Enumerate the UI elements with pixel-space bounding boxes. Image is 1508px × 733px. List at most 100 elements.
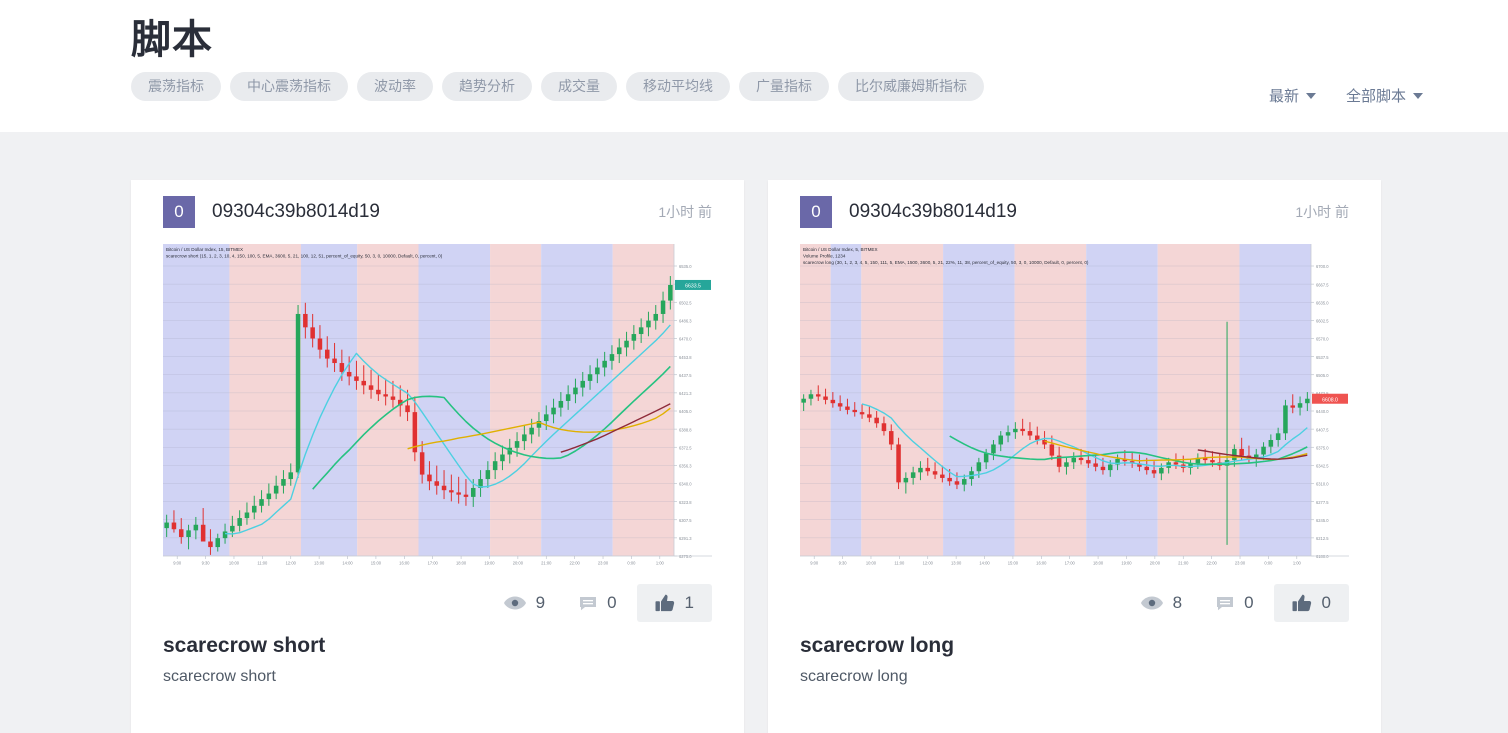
- filter-pill-list: 震荡指标 中心震荡指标 波动率 趋势分析 成交量 移动平均线 广量指标 比尔威廉…: [131, 72, 984, 101]
- svg-text:6180.0: 6180.0: [1316, 554, 1329, 559]
- thumbs-up-icon: [1292, 594, 1311, 612]
- comments-stat[interactable]: 0: [565, 584, 630, 622]
- svg-text:6602.5: 6602.5: [1316, 319, 1329, 324]
- script-title[interactable]: scarecrow short: [163, 634, 712, 658]
- card-stats: 8 0 0: [768, 570, 1381, 628]
- comments-count: 0: [1244, 593, 1254, 612]
- svg-text:Bitcoin / US Dollar Index, 15,: Bitcoin / US Dollar Index, 15, BITMEX: [166, 247, 243, 252]
- svg-text:11:00: 11:00: [894, 561, 905, 566]
- svg-text:9:00: 9:00: [810, 561, 819, 566]
- svg-text:scarecrow long (30, 1, 2, 3, 4: scarecrow long (30, 1, 2, 3, 4, 5, 150, …: [803, 260, 1089, 265]
- svg-text:6407.5: 6407.5: [1316, 427, 1329, 432]
- svg-text:scarecrow short (15, 1, 2, 3,: scarecrow short (15, 1, 2, 3, 10, 4, 150…: [166, 254, 443, 259]
- svg-text:9:30: 9:30: [202, 561, 211, 566]
- scope-dropdown[interactable]: 全部脚本: [1346, 85, 1423, 106]
- sort-dropdown[interactable]: 最新: [1269, 85, 1316, 106]
- avatar[interactable]: 0: [163, 196, 195, 228]
- views-count: 8: [1172, 593, 1183, 612]
- filter-pill-oscillators[interactable]: 震荡指标: [131, 72, 221, 101]
- scope-dropdown-label: 全部脚本: [1345, 88, 1406, 105]
- svg-text:0:00: 0:00: [627, 561, 636, 566]
- boost-count: 0: [1321, 593, 1331, 612]
- svg-text:6340.0: 6340.0: [679, 482, 692, 487]
- comments-stat[interactable]: 0: [1202, 584, 1267, 622]
- svg-text:6537.5: 6537.5: [1316, 355, 1329, 360]
- svg-text:9:30: 9:30: [839, 561, 848, 566]
- filter-pill-moving-averages[interactable]: 移动平均线: [626, 72, 730, 101]
- comments-count: 0: [607, 593, 617, 612]
- filter-pill-breadth-indicators[interactable]: 广量指标: [739, 72, 829, 101]
- svg-text:6307.5: 6307.5: [679, 518, 692, 523]
- timestamp: 1小时 前: [1295, 204, 1349, 220]
- svg-text:6356.3: 6356.3: [679, 464, 692, 469]
- author-name[interactable]: 09304c39b8014d19: [849, 201, 1017, 223]
- svg-text:6372.5: 6372.5: [679, 445, 692, 450]
- boost-button[interactable]: 0: [1273, 584, 1349, 622]
- views-stat[interactable]: 9: [490, 584, 559, 622]
- svg-text:20:00: 20:00: [513, 561, 524, 566]
- script-description: scarecrow short: [163, 668, 276, 685]
- svg-text:12:00: 12:00: [286, 561, 297, 566]
- filter-pill-volatility[interactable]: 波动率: [357, 72, 433, 101]
- svg-text:6535.0: 6535.0: [679, 264, 692, 269]
- filter-pill-bill-williams[interactable]: 比尔威廉姆斯指标: [838, 72, 984, 101]
- svg-text:21:00: 21:00: [541, 561, 552, 566]
- svg-text:6470.0: 6470.0: [679, 337, 692, 342]
- script-description: scarecrow long: [800, 668, 908, 685]
- svg-text:6388.8: 6388.8: [679, 427, 692, 432]
- svg-text:17:00: 17:00: [428, 561, 439, 566]
- svg-text:22:00: 22:00: [570, 561, 581, 566]
- svg-text:6277.5: 6277.5: [1316, 500, 1329, 505]
- boost-button[interactable]: 1: [636, 584, 712, 622]
- filter-pill-trend-analysis[interactable]: 趋势分析: [442, 72, 532, 101]
- svg-text:19:00: 19:00: [484, 561, 495, 566]
- svg-text:6323.8: 6323.8: [679, 500, 692, 505]
- svg-text:6635.0: 6635.0: [1316, 300, 1329, 305]
- comment-icon: [1217, 596, 1234, 610]
- script-card[interactable]: 0 09304c39b8014d19 1小时 前 6535.06518.8650…: [131, 180, 744, 733]
- svg-text:6375.0: 6375.0: [1316, 445, 1329, 450]
- avatar[interactable]: 0: [800, 196, 832, 228]
- svg-text:15:00: 15:00: [371, 561, 382, 566]
- script-title[interactable]: scarecrow long: [800, 634, 1349, 658]
- chevron-down-icon: [1305, 92, 1316, 99]
- svg-text:13:00: 13:00: [951, 561, 962, 566]
- author-name[interactable]: 09304c39b8014d19: [212, 201, 380, 223]
- svg-text:6608.0: 6608.0: [1322, 397, 1338, 403]
- svg-text:1:00: 1:00: [1293, 561, 1302, 566]
- eye-icon: [1140, 596, 1163, 610]
- svg-text:6212.5: 6212.5: [1316, 536, 1329, 541]
- svg-text:1:00: 1:00: [656, 561, 665, 566]
- chart-thumbnail[interactable]: 6700.0 6667.5 6635.0 6602.5 6570.0 6537.5 6505…: [800, 244, 1349, 570]
- filter-pill-volume[interactable]: 成交量: [541, 72, 617, 101]
- svg-text:11:00: 11:00: [257, 561, 268, 566]
- boost-count: 1: [684, 593, 694, 612]
- svg-text:6667.5: 6667.5: [1316, 282, 1329, 287]
- svg-text:14:00: 14:00: [979, 561, 990, 566]
- page-title: 脚本: [131, 18, 213, 62]
- svg-text:6291.3: 6291.3: [679, 536, 692, 541]
- svg-text:Bitcoin / US Dollar Index, 5,: Bitcoin / US Dollar Index, 5, BITMEX: [803, 247, 878, 252]
- svg-text:19:00: 19:00: [1121, 561, 1132, 566]
- svg-text:16:00: 16:00: [1036, 561, 1047, 566]
- script-card[interactable]: 0 09304c39b8014d19 1小时 前 6700.0 6667.5 663…: [768, 180, 1381, 733]
- svg-text:6502.5: 6502.5: [679, 300, 692, 305]
- svg-text:6440.0: 6440.0: [1316, 409, 1329, 414]
- filter-pill-centered-oscillators[interactable]: 中心震荡指标: [230, 72, 348, 101]
- views-stat[interactable]: 8: [1127, 584, 1196, 622]
- card-header: 0 09304c39b8014d19 1小时 前: [131, 180, 744, 244]
- chart-thumbnail[interactable]: 6535.06518.86502.56486.36470.06453.86437…: [163, 244, 712, 570]
- timestamp: 1小时 前: [658, 204, 712, 220]
- eye-icon: [503, 596, 526, 610]
- svg-text:6275.0: 6275.0: [679, 554, 692, 559]
- svg-text:23:00: 23:00: [598, 561, 609, 566]
- thumbs-up-icon: [655, 594, 674, 612]
- svg-text:15:00: 15:00: [1008, 561, 1019, 566]
- script-grid: 0 09304c39b8014d19 1小时 前 6535.06518.8650…: [0, 132, 1508, 733]
- svg-text:6421.3: 6421.3: [679, 391, 692, 396]
- svg-text:6505.0: 6505.0: [1316, 373, 1329, 378]
- svg-text:23:00: 23:00: [1235, 561, 1246, 566]
- svg-text:6310.0: 6310.0: [1316, 482, 1329, 487]
- svg-text:16:00: 16:00: [399, 561, 410, 566]
- svg-text:18:00: 18:00: [456, 561, 467, 566]
